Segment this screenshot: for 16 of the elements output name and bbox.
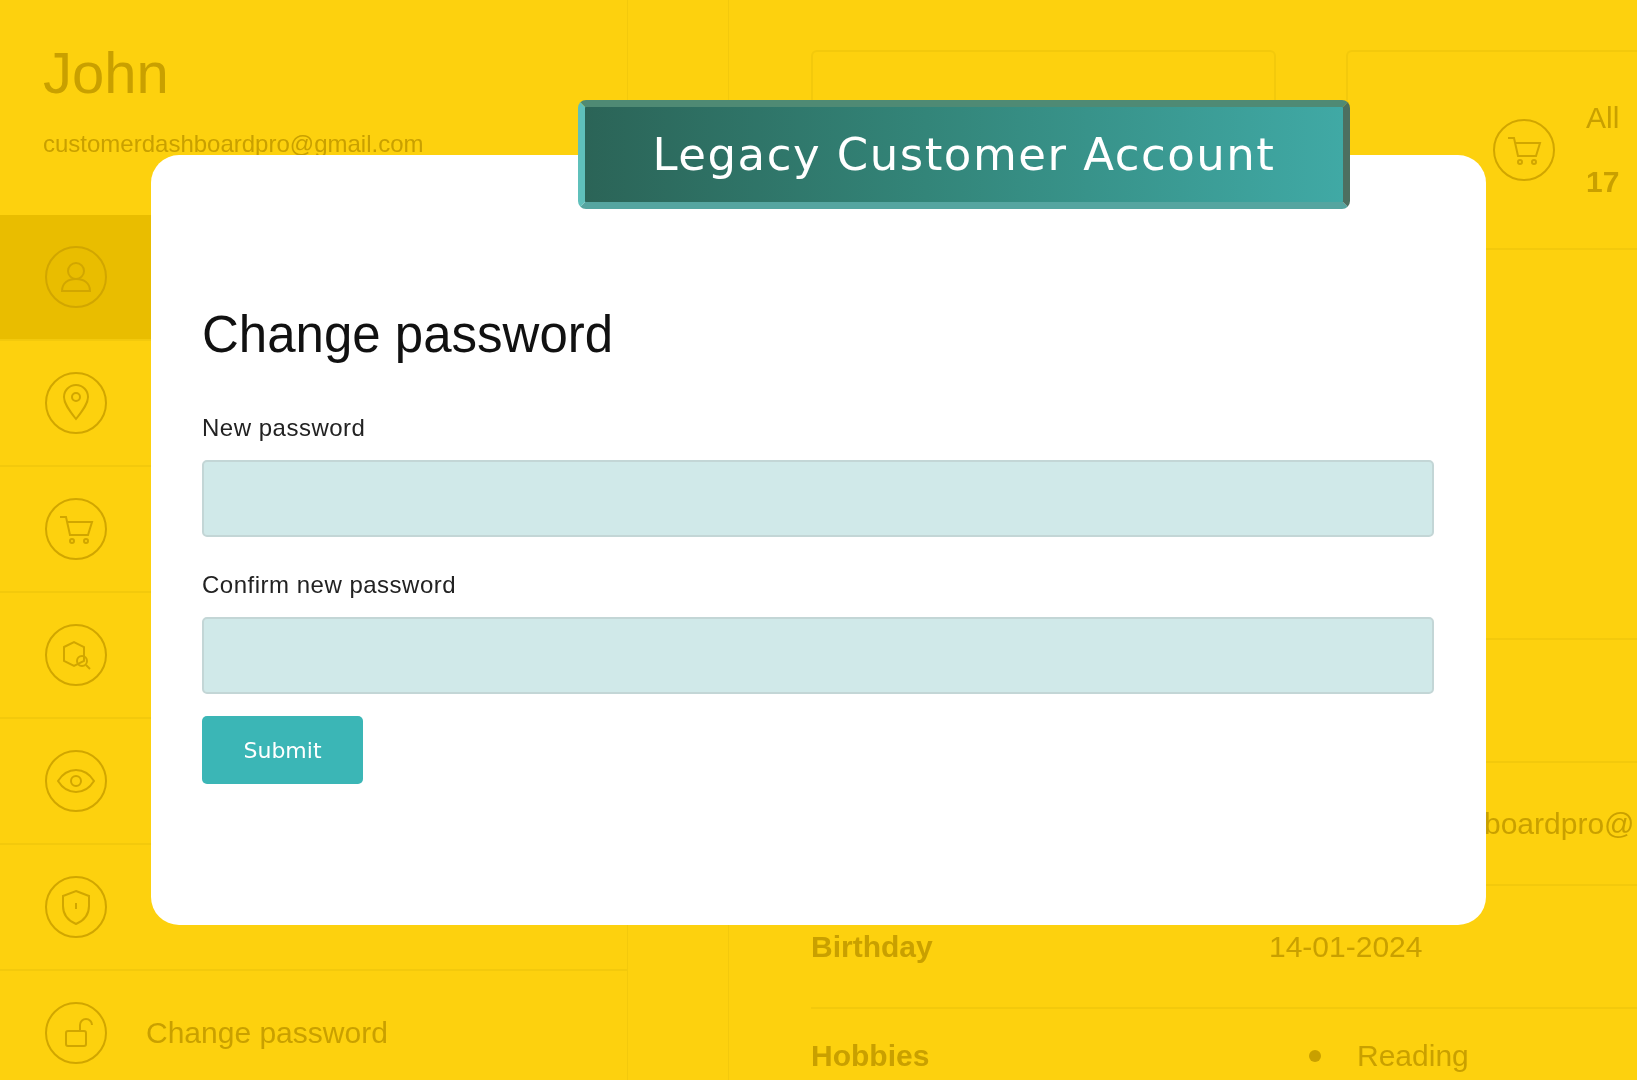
shield-icon — [44, 875, 108, 939]
bullet-icon — [1309, 1050, 1321, 1062]
cart-icon — [44, 497, 108, 561]
padlock-icon — [44, 1001, 108, 1065]
submit-button[interactable]: Submit — [202, 716, 363, 784]
password-field[interactable] — [202, 460, 1434, 537]
location-pin-icon — [44, 371, 108, 435]
password-field[interactable] — [202, 617, 1434, 694]
box-search-icon — [44, 623, 108, 687]
person-icon — [44, 245, 108, 309]
dialog-title: Change password — [202, 305, 614, 364]
eye-icon — [44, 749, 108, 813]
field-label: New password — [202, 414, 366, 442]
banner-title: Legacy Customer Account — [652, 128, 1276, 181]
cart-icon — [1492, 118, 1556, 182]
field-label: Confirm new password — [202, 571, 457, 599]
